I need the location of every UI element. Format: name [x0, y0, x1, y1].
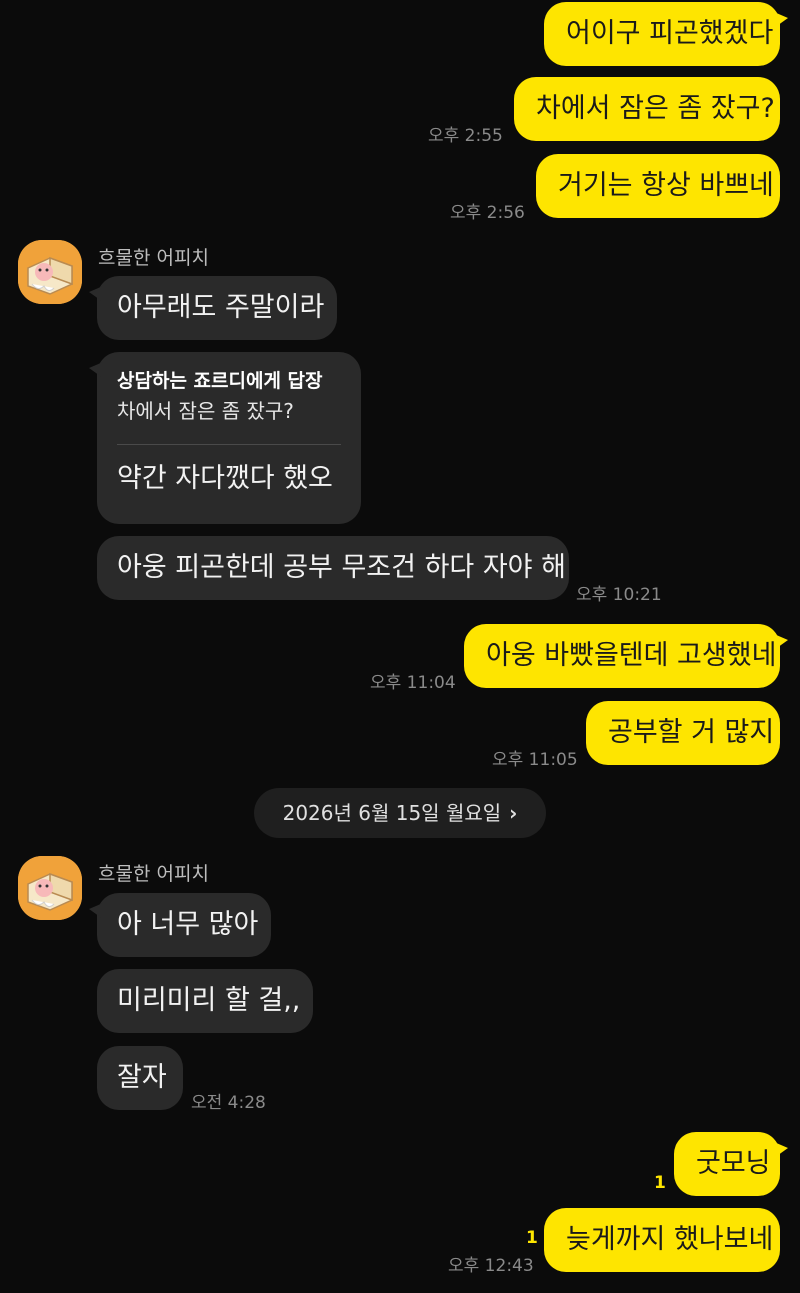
message-incoming[interactable]: 아무래도 주말이라	[89, 276, 337, 340]
message-incoming[interactable]: 잘자	[97, 1046, 183, 1110]
message-time: 오후 10:21	[576, 585, 662, 605]
date-divider-label: 2026년 6월 15일 월요일	[282, 801, 502, 825]
reply-text: 약간 자다깼다 했오	[117, 463, 333, 494]
unread-count: 1	[654, 1173, 666, 1193]
message-time: 오후 11:05	[492, 750, 578, 770]
apeach-avatar-icon[interactable]	[18, 856, 82, 920]
date-divider[interactable]: 2026년 6월 15일 월요일 ›	[254, 788, 546, 838]
sender-name: 흐물한 어피치	[98, 247, 209, 269]
unread-count: 1	[526, 1228, 538, 1248]
message-incoming[interactable]: 미리미리 할 걸,,	[97, 969, 313, 1033]
message-time: 오전 4:28	[191, 1093, 266, 1113]
message-time: 오후 2:55	[428, 126, 503, 146]
apeach-avatar-icon[interactable]	[18, 240, 82, 304]
message-outgoing[interactable]: 늦게까지 했나보네	[544, 1208, 780, 1272]
message-time: 오후 2:56	[450, 203, 525, 223]
reply-title: 상담하는 죠르디에게 답장	[117, 370, 323, 392]
message-time: 오후 12:43	[448, 1256, 534, 1276]
message-time: 오후 11:04	[370, 673, 456, 693]
message-outgoing[interactable]: 어이구 피곤했겠다	[544, 2, 788, 66]
sender-name: 흐물한 어피치	[98, 863, 209, 885]
reply-quote: 차에서 잠은 좀 잤구?	[117, 399, 294, 423]
message-outgoing[interactable]: 아웅 바빴을텐데 고생했네	[464, 624, 788, 688]
reply-message[interactable]: 상담하는 죠르디에게 답장 차에서 잠은 좀 잤구? 약간 자다깼다 했오	[89, 352, 361, 524]
message-outgoing[interactable]: 차에서 잠은 좀 잤구?	[514, 77, 780, 141]
chevron-right-icon: ›	[509, 801, 518, 825]
message-outgoing[interactable]: 굿모닝	[674, 1132, 788, 1196]
reply-divider	[117, 444, 341, 445]
message-incoming[interactable]: 아웅 피곤한데 공부 무조건 하다 자야 해	[97, 536, 569, 600]
message-outgoing[interactable]: 공부할 거 많지	[586, 701, 780, 765]
chat-screen: 어이구 피곤했겠다 오후 2:55 차에서 잠은 좀 잤구? 오후 2:56 거…	[0, 0, 800, 1293]
message-incoming[interactable]: 아 너무 많아	[89, 893, 271, 957]
message-outgoing[interactable]: 거기는 항상 바쁘네	[536, 154, 780, 218]
